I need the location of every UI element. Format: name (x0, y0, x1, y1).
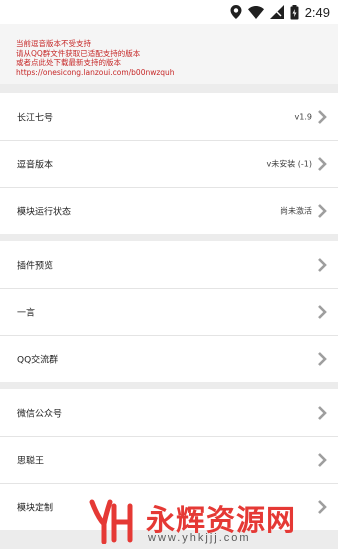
chevron-right-icon (318, 405, 327, 420)
battery-charging-icon (290, 4, 299, 19)
row-qq-group[interactable]: QQ交流群 (0, 335, 338, 382)
row-label: 模块定制 (17, 503, 54, 514)
location-icon (230, 5, 242, 19)
chevron-right-icon (318, 352, 327, 366)
row-label: 模块运行状态 (17, 207, 72, 218)
row-plugin-preview[interactable]: 插件预览 (0, 241, 338, 288)
chevron-right-icon (318, 204, 327, 218)
row-label: 长江七号 (17, 113, 54, 123)
row-changjiang7[interactable]: 长江七号 v1.9 (0, 93, 338, 140)
row-value: v未安装 (-1) (266, 159, 313, 169)
row-label: 逗音版本 (17, 160, 54, 171)
watermark: 永辉资源网 www.yhkjjj.com (88, 498, 328, 544)
chevron-right-icon (318, 453, 327, 467)
row-module-status[interactable]: 模块运行状态 尚未激活 (0, 187, 338, 234)
notice-line: 或者点此处下载最新支持的版本 (16, 58, 121, 67)
chevron-right-icon (318, 257, 327, 272)
row-value: 尚未激活 (280, 206, 312, 216)
wifi-icon (247, 5, 264, 19)
status-icons: 2:49 (230, 3, 330, 21)
row-label: QQ交流群 (17, 355, 59, 366)
notice-line: 请从QQ群文件获取已适配支持的版本 (16, 48, 141, 58)
chevron-right-icon (318, 109, 327, 124)
row-label: 一言 (17, 308, 36, 319)
notice-line: 当前逗音版本不受支持 (16, 39, 91, 48)
row-value: v1.9 (294, 112, 312, 121)
next-group-edge (0, 549, 338, 557)
row-app-version[interactable]: 逗音版本 v未安装 (-1) (0, 140, 338, 187)
row-sicongwang[interactable]: 思聪王 (0, 436, 338, 483)
row-yiyan[interactable]: 一言 (0, 288, 338, 335)
row-label: 思聪王 (17, 456, 45, 467)
row-wechat-account[interactable]: 微信公众号 (0, 389, 338, 436)
settings-group-community: 插件预览 一言 QQ交流群 (0, 241, 338, 382)
status-time: 2:49 (304, 4, 330, 20)
settings-group-info: 长江七号 v1.9 逗音版本 v未安装 (-1) 模块运行状态 尚未激活 (0, 93, 338, 234)
watermark-logo-icon (89, 499, 133, 544)
watermark-url: www.yhkjjj.com (148, 532, 251, 544)
unsupported-version-notice[interactable]: 当前逗音版本不受支持 请从QQ群文件获取已适配支持的版本 或者点此处下载最新支持… (0, 24, 338, 84)
notice-download-link[interactable]: https://onesicong.lanzoui.com/b00nwzquh (16, 68, 338, 78)
status-bar: 2:49 (0, 0, 338, 24)
signal-icon (269, 5, 284, 19)
row-label: 微信公众号 (17, 409, 63, 419)
row-label: 插件预览 (17, 261, 54, 271)
chevron-right-icon (318, 305, 327, 319)
chevron-right-icon (318, 157, 327, 171)
